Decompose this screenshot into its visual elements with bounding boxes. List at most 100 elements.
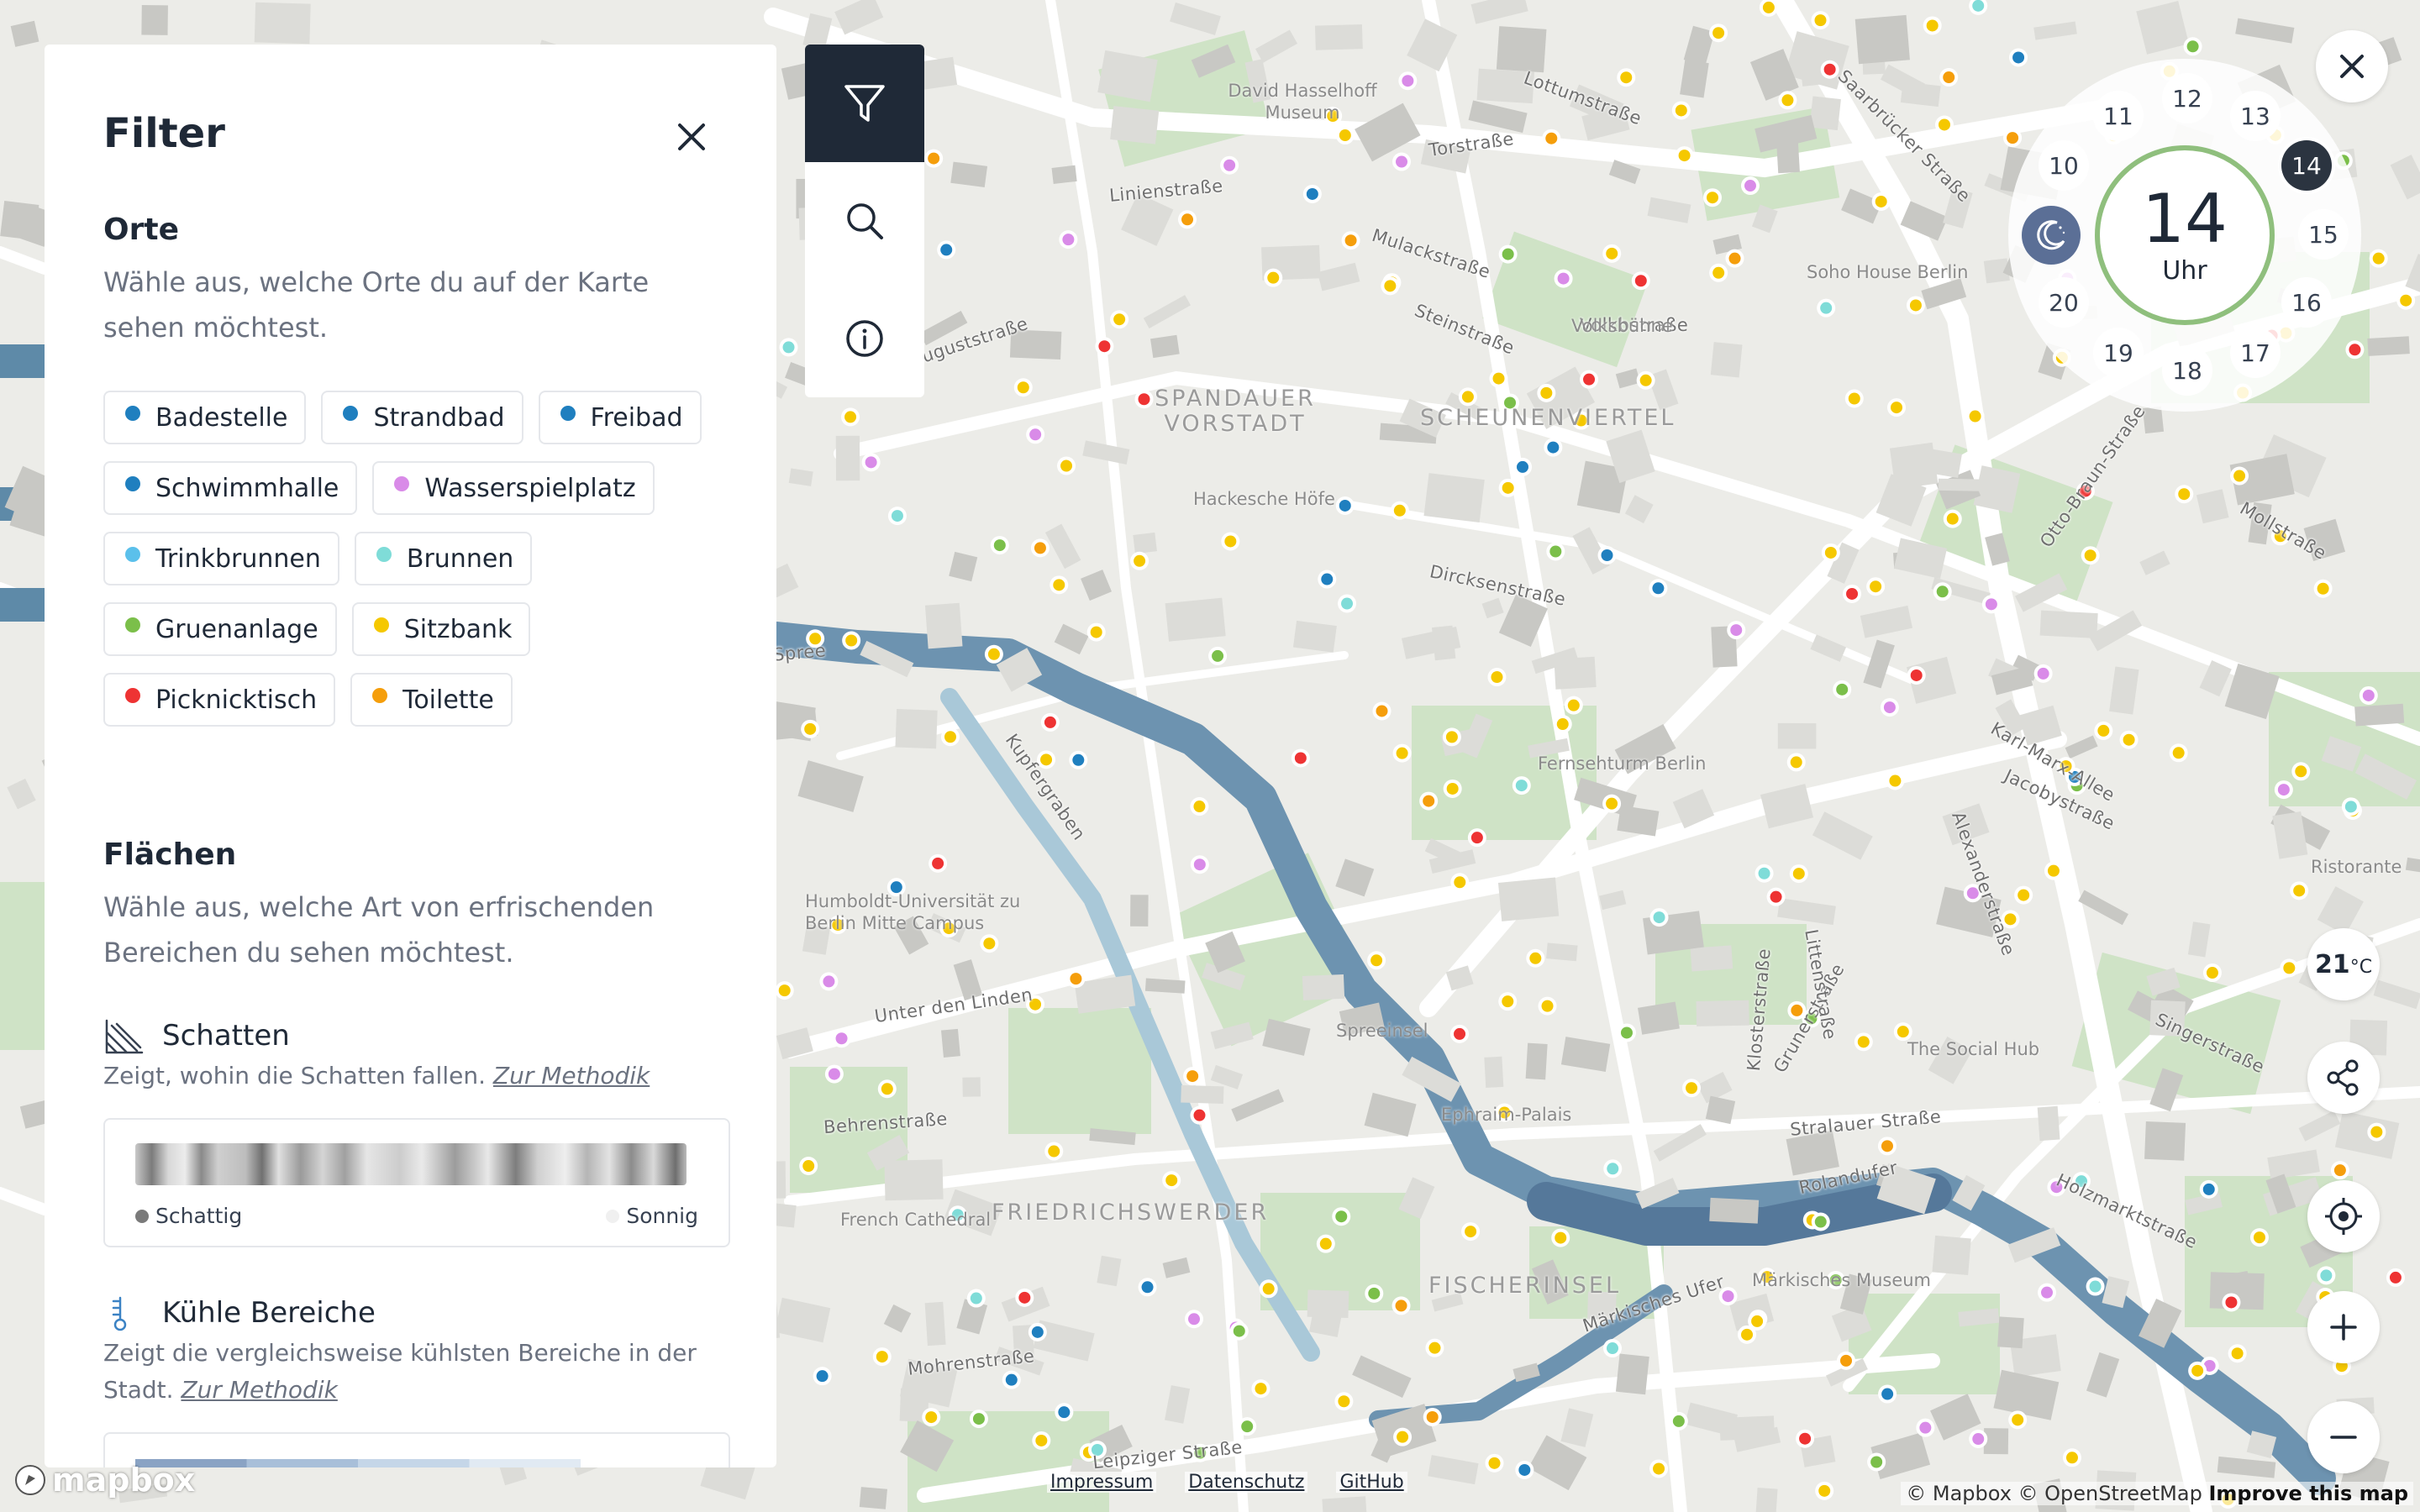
poi-marker[interactable]: [1183, 1067, 1202, 1086]
poi-marker[interactable]: [2062, 1448, 2081, 1467]
poi-marker[interactable]: [2230, 466, 2249, 486]
poi-marker[interactable]: [1030, 538, 1050, 558]
poi-marker[interactable]: [1138, 1278, 1157, 1297]
poi-marker[interactable]: [2313, 579, 2333, 598]
poi-marker[interactable]: [1372, 701, 1392, 721]
poi-marker[interactable]: [1220, 155, 1239, 175]
poi-marker[interactable]: [922, 1408, 941, 1427]
poi-marker[interactable]: [1789, 864, 1808, 884]
poi-marker[interactable]: [819, 972, 839, 991]
poi-marker[interactable]: [2094, 721, 2113, 740]
hour-14-button[interactable]: 14: [2281, 140, 2332, 191]
poi-marker[interactable]: [1671, 101, 1691, 120]
poi-marker[interactable]: [1423, 1407, 1442, 1426]
hour-10-button[interactable]: 10: [2039, 140, 2089, 191]
poi-marker[interactable]: [1542, 129, 1561, 148]
poi-marker[interactable]: [1367, 951, 1386, 970]
poi-marker[interactable]: [2341, 797, 2360, 816]
poi-marker[interactable]: [1866, 577, 1886, 596]
tab-filter[interactable]: [805, 45, 924, 162]
poi-marker[interactable]: [1059, 230, 1078, 249]
schatten-legend[interactable]: Schattig Sonnig: [103, 1118, 730, 1247]
poi-marker[interactable]: [1580, 370, 1599, 389]
poi-marker[interactable]: [1110, 310, 1129, 329]
poi-marker[interactable]: [2038, 1283, 2057, 1302]
poi-marker[interactable]: [824, 1064, 844, 1084]
poi-marker[interactable]: [1923, 16, 1942, 35]
poi-marker[interactable]: [2081, 546, 2100, 565]
poi-marker[interactable]: [1880, 698, 1899, 717]
poi-marker[interactable]: [1162, 1171, 1181, 1190]
poi-marker[interactable]: [1709, 263, 1728, 282]
poi-marker[interactable]: [1867, 1452, 1886, 1472]
poi-marker[interactable]: [2317, 1266, 2336, 1285]
close-filter-button[interactable]: [666, 112, 717, 162]
poi-marker[interactable]: [1649, 908, 1669, 927]
poi-marker[interactable]: [1044, 1142, 1064, 1161]
map-attribution[interactable]: © Mapbox © OpenStreetMap Improve this ma…: [1901, 1482, 2413, 1505]
poi-marker[interactable]: [1553, 715, 1572, 734]
poi-marker[interactable]: [1002, 1370, 1021, 1389]
poi-marker[interactable]: [1682, 1079, 1702, 1098]
hour-19-button[interactable]: 19: [2093, 328, 2144, 378]
poi-marker[interactable]: [1442, 727, 1461, 747]
hour-20-button[interactable]: 20: [2039, 277, 2089, 328]
poi-marker[interactable]: [1365, 1284, 1384, 1303]
poi-marker[interactable]: [842, 631, 861, 650]
poi-marker[interactable]: [1066, 969, 1086, 989]
poi-marker[interactable]: [1515, 1460, 1534, 1479]
hour-13-button[interactable]: 13: [2230, 91, 2281, 141]
impressum-link[interactable]: Impressum: [1047, 1472, 1157, 1493]
poi-marker[interactable]: [2199, 1179, 2218, 1199]
poi-marker[interactable]: [1057, 456, 1076, 475]
poi-marker[interactable]: [1887, 398, 1907, 417]
poi-marker[interactable]: [2386, 1268, 2405, 1287]
poi-marker[interactable]: [2033, 664, 2053, 683]
poi-marker[interactable]: [1335, 496, 1355, 515]
poi-marker[interactable]: [872, 1347, 892, 1367]
poi-marker[interactable]: [1335, 126, 1355, 145]
chip-badestelle[interactable]: Badestelle: [103, 391, 307, 444]
poi-marker[interactable]: [1334, 1392, 1354, 1411]
poi-marker[interactable]: [1886, 771, 1905, 790]
poi-marker[interactable]: [1028, 1322, 1047, 1341]
poi-marker[interactable]: [1702, 188, 1722, 207]
mapbox-logo[interactable]: mapbox: [13, 1462, 195, 1499]
poi-marker[interactable]: [1907, 665, 1926, 685]
chip-strandbad[interactable]: Strandbad: [321, 391, 523, 444]
poi-marker[interactable]: [2249, 1228, 2269, 1247]
poi-marker[interactable]: [1537, 383, 1556, 402]
poi-marker[interactable]: [1184, 1310, 1203, 1329]
poi-marker[interactable]: [1943, 509, 1962, 528]
poi-marker[interactable]: [1820, 60, 1839, 79]
poi-marker[interactable]: [1498, 992, 1518, 1011]
poi-marker[interactable]: [1709, 24, 1728, 43]
poi-marker[interactable]: [969, 1410, 988, 1429]
poi-marker[interactable]: [1450, 873, 1470, 892]
night-mode-button[interactable]: [2022, 206, 2081, 265]
poi-marker[interactable]: [1766, 887, 1786, 906]
poi-marker[interactable]: [1778, 91, 1797, 110]
poi-marker[interactable]: [1238, 1417, 1257, 1436]
poi-marker[interactable]: [1817, 298, 1836, 318]
poi-marker[interactable]: [2169, 743, 2188, 763]
poi-marker[interactable]: [775, 981, 794, 1000]
poi-marker[interactable]: [1603, 1159, 1623, 1179]
poi-marker[interactable]: [1055, 1403, 1074, 1422]
poi-marker[interactable]: [1069, 750, 1088, 769]
poi-marker[interactable]: [1487, 668, 1507, 687]
poi-marker[interactable]: [1675, 146, 1694, 165]
poi-marker[interactable]: [1878, 1384, 1897, 1404]
poi-marker[interactable]: [1602, 1339, 1622, 1358]
poi-marker[interactable]: [924, 149, 944, 168]
poi-marker[interactable]: [1877, 1137, 1897, 1156]
poi-marker[interactable]: [832, 1029, 851, 1048]
poi-marker[interactable]: [1740, 176, 1760, 196]
poi-marker[interactable]: [1040, 712, 1060, 732]
poi-marker[interactable]: [1759, 0, 1778, 17]
kuehle-legend[interactable]: [103, 1432, 730, 1467]
poi-marker[interactable]: [2291, 762, 2311, 781]
poi-marker[interactable]: [1754, 864, 1774, 883]
chip-freibad[interactable]: Freibad: [538, 391, 702, 444]
poi-marker[interactable]: [1544, 438, 1563, 457]
